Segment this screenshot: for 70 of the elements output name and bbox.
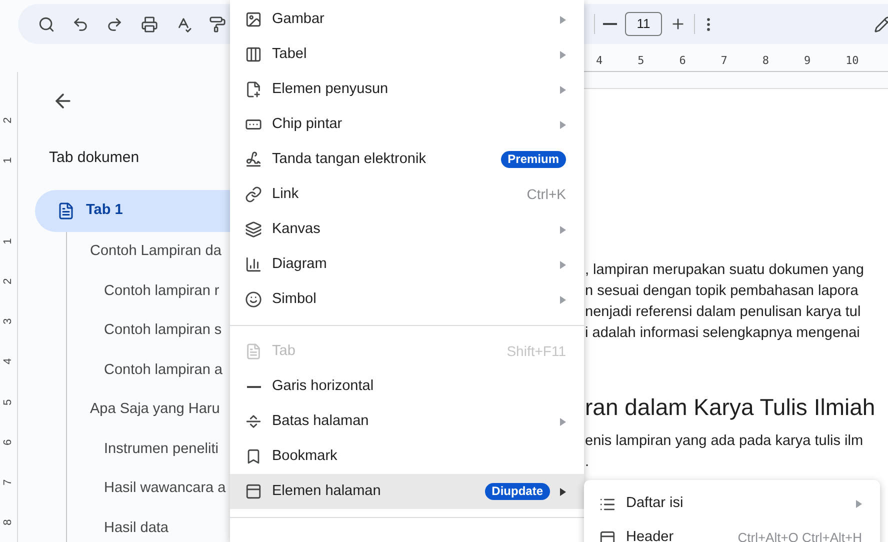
menu-item[interactable]: Tanda tangan elektronik Premium [230,142,584,177]
menu-item[interactable]: Batas halaman [230,404,584,439]
ruler-number: 4 [596,52,604,68]
plus-icon [670,16,686,32]
image-icon [245,11,262,28]
ruler-number: 9 [804,52,812,68]
outline-item[interactable]: Contoh Lampiran da [90,241,222,264]
menu-item[interactable]: Chip pintar [230,107,584,142]
menu-item[interactable]: Elemen penyusun [230,72,584,107]
font-size-field[interactable]: 11 [625,12,662,36]
ruler-number: 6 [1,438,16,445]
sidebar-title: Tab dokumen [49,148,140,168]
menu-item[interactable]: Gambar [230,2,584,37]
menu-item[interactable]: Bookmark [230,439,584,474]
ruler-number: 3 [1,318,16,325]
ruler-number: 4 [1,358,16,365]
badge: Premium [500,151,566,168]
menu-item[interactable]: Link Ctrl+K [230,177,584,212]
outline-item[interactable]: Apa Saja yang Haru [90,399,220,422]
ruler-number: 1 [1,158,16,164]
layers-icon [245,221,262,238]
paragraph-line: nenjadi referensi dalam penulisan karya tul [585,303,861,322]
menu-item[interactable]: Kanvas [230,212,584,247]
ruler-number: 5 [1,398,16,405]
paragraph-line: , lampiran merupakan suatu dokumen yang [585,261,864,280]
ruler-number: 8 [1,518,16,526]
link-icon [245,186,262,203]
ruler-number: 5 [638,52,646,68]
shortcut-text: Ctrl+K [526,185,566,204]
smiley-icon [245,291,262,308]
minus-icon [603,23,617,25]
menu-item[interactable]: Diagram [230,247,584,282]
file-plus-icon [245,81,262,98]
ruler-number: 8 [762,52,770,68]
document-icon [245,343,262,360]
outline-item[interactable]: Contoh lampiran r [104,280,220,303]
outline-item[interactable]: Hasil data [104,518,168,540]
panel-icon [599,530,616,542]
menu-item[interactable]: Elemen halaman Diupdate [230,474,584,509]
menu-item[interactable]: Simbol [230,282,584,317]
ruler-number: 6 [679,52,687,68]
menu-item[interactable]: Daftar isi [584,487,880,521]
shortcut-text: Shift+F11 [506,342,566,361]
ruler-number: 7 [1,478,16,485]
columns-icon [245,46,262,63]
horizontal-line-icon [246,386,260,388]
paragraph-line: n sesuai dengan topik pembahasan lapora [585,282,858,301]
outline-item[interactable]: Contoh lampiran s [104,320,222,342]
paragraph-line: enis lampiran yang ada pada karya tulis ilm [585,432,864,451]
ruler-number: 7 [720,52,728,68]
ruler-number: 1 [1,238,16,244]
ruler-number: 2 [1,278,16,285]
document-icon [57,202,75,220]
badge: Diupdate [484,483,550,500]
signature-icon [245,151,262,168]
outline-item[interactable]: Instrumen peneliti [104,438,218,461]
outline-item[interactable]: Contoh lampiran a [104,360,222,382]
section-heading: ran dalam Karya Tulis Ilmiah [585,393,876,422]
ruler-number: 2 [1,117,16,124]
panel-icon [245,483,262,500]
document-tab[interactable]: Tab 1 [35,190,230,232]
ruler-number: 10 [846,52,860,68]
bookmark-icon [245,448,262,465]
menu-item[interactable]: Garis horizontal [230,369,584,404]
bar-chart-icon [245,256,262,273]
menu-item[interactable]: Tabel [230,37,584,72]
outline-item[interactable]: Hasil wawancara a [104,478,226,500]
paragraph-line: i adalah informasi selengkapnya mengenai [585,324,860,343]
paragraph-line: . [585,453,590,472]
separator-icon [245,413,262,430]
